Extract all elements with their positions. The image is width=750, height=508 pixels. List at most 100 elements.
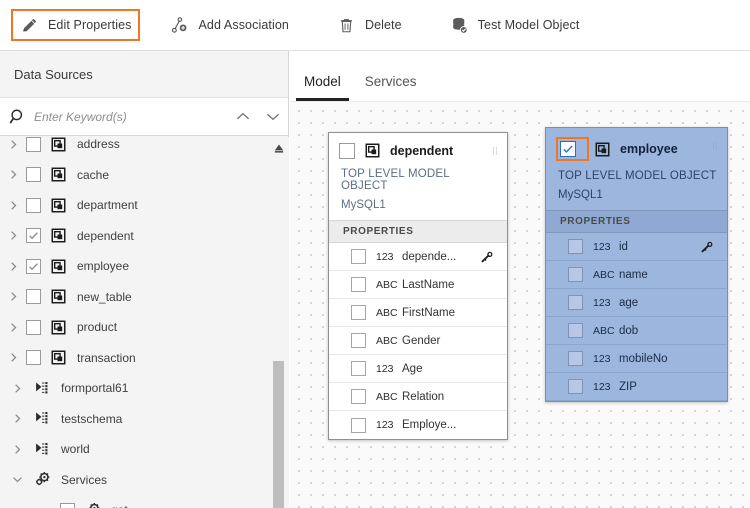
data-sources-tree[interactable]: address cache department dependent employee n… xyxy=(0,137,289,508)
property-checkbox[interactable] xyxy=(568,351,583,366)
tab-services[interactable]: Services xyxy=(357,74,425,101)
tree-item-label: dependent xyxy=(77,228,134,243)
card-checkbox[interactable] xyxy=(339,142,355,159)
primary-key-icon xyxy=(480,251,493,263)
property-checkbox[interactable] xyxy=(351,333,366,348)
property-checkbox[interactable] xyxy=(568,239,583,254)
tree-item-checkbox[interactable] xyxy=(60,502,75,508)
tree-item-new_table[interactable]: new_table xyxy=(0,282,271,313)
chevron-right-icon[interactable] xyxy=(0,383,34,394)
tree-item-checkbox[interactable] xyxy=(26,137,41,152)
tree-item-services[interactable]: Services xyxy=(0,465,271,496)
property-checkbox[interactable] xyxy=(351,389,366,404)
tree-item-label: world xyxy=(61,442,90,457)
association-icon xyxy=(170,16,189,35)
property-checkbox[interactable] xyxy=(351,277,366,292)
tree-item-label: cache xyxy=(77,167,110,182)
tree-item-testschema[interactable]: testschema xyxy=(0,404,271,435)
tab-services-label: Services xyxy=(364,74,417,89)
chevron-right-icon[interactable] xyxy=(0,322,26,333)
property-checkbox[interactable] xyxy=(351,305,366,320)
tree-item-product[interactable]: product xyxy=(0,312,271,343)
sidebar-scrollbar-thumb[interactable] xyxy=(273,361,284,508)
property-row[interactable]: 123 mobileNo xyxy=(546,345,727,373)
property-row[interactable]: 123 depende... xyxy=(329,243,507,271)
property-row[interactable]: ABC FirstName xyxy=(329,299,507,327)
tree-item-checkbox[interactable] xyxy=(26,197,41,213)
card-title: dependent xyxy=(390,143,454,158)
tree-item-formportal61[interactable]: formportal61 xyxy=(0,373,271,404)
property-type: 123 xyxy=(593,240,611,253)
property-row[interactable]: ABC dob xyxy=(546,317,727,345)
search-input[interactable] xyxy=(28,109,228,124)
chevron-right-icon[interactable] xyxy=(0,230,26,241)
tree-item-checkbox[interactable] xyxy=(26,289,41,305)
property-type: 123 xyxy=(593,352,611,365)
tree-item-get[interactable]: get xyxy=(0,495,271,508)
schema-icon xyxy=(34,441,51,458)
chevron-right-icon[interactable] xyxy=(0,413,34,424)
tree-item-cache[interactable]: cache xyxy=(0,160,271,191)
chevron-right-icon[interactable] xyxy=(0,169,26,180)
chevron-right-icon[interactable] xyxy=(0,352,26,363)
property-type: 123 xyxy=(376,362,394,375)
card-checkbox-highlight[interactable] xyxy=(556,137,589,161)
edit-properties-button[interactable]: Edit Properties xyxy=(11,9,141,41)
tree-item-department[interactable]: department xyxy=(0,190,271,221)
property-type: ABC xyxy=(376,306,398,319)
property-row[interactable]: ABC Relation xyxy=(329,383,507,411)
tree-item-world[interactable]: world xyxy=(0,434,271,465)
search-previous-button[interactable] xyxy=(228,98,258,136)
tree-item-transaction[interactable]: transaction xyxy=(0,343,271,374)
tree-item-dependent[interactable]: dependent xyxy=(0,221,271,252)
property-row[interactable]: ABC LastName xyxy=(329,271,507,299)
scroll-up-icon[interactable] xyxy=(273,140,285,153)
property-name: id xyxy=(619,240,628,253)
property-checkbox[interactable] xyxy=(568,295,583,310)
property-checkbox[interactable] xyxy=(351,417,366,433)
property-name: Age xyxy=(402,362,423,375)
drag-handle-icon[interactable] xyxy=(711,137,719,151)
tree-item-address[interactable]: address xyxy=(0,137,271,160)
chevron-right-icon[interactable] xyxy=(0,291,26,302)
tree-item-employee[interactable]: employee xyxy=(0,251,271,282)
chevron-right-icon[interactable] xyxy=(0,139,26,150)
model-object-card-dependent[interactable]: dependent TOP LEVEL MODEL OBJECT MySQL1 PRO… xyxy=(328,132,508,440)
property-row[interactable]: 123 id xyxy=(546,233,727,261)
tree-item-checkbox[interactable] xyxy=(26,350,41,366)
property-checkbox[interactable] xyxy=(568,379,583,394)
tab-model[interactable]: Model xyxy=(296,74,349,101)
tree-item-checkbox[interactable] xyxy=(26,167,41,183)
property-row[interactable]: 123 age xyxy=(546,289,727,317)
model-object-card-employee[interactable]: employee TOP LEVEL MODEL OBJECT MySQL1 PROP… xyxy=(545,127,728,402)
chevron-right-icon[interactable] xyxy=(0,261,26,272)
property-checkbox[interactable] xyxy=(351,249,366,264)
property-checkbox[interactable] xyxy=(568,267,583,282)
tree-item-checkbox[interactable] xyxy=(26,228,41,244)
property-row[interactable]: 123 ZIP xyxy=(546,373,727,401)
property-row[interactable]: ABC name xyxy=(546,261,727,289)
property-row[interactable]: ABC Gender xyxy=(329,327,507,355)
drag-handle-icon[interactable] xyxy=(491,142,499,156)
search-next-button[interactable] xyxy=(258,98,288,136)
chevron-down-icon[interactable] xyxy=(0,474,34,485)
delete-button[interactable]: Delete xyxy=(328,9,411,41)
card-subtitle: TOP LEVEL MODEL OBJECT xyxy=(341,168,450,192)
card-subtitle: TOP LEVEL MODEL OBJECT xyxy=(558,170,717,182)
property-type: 123 xyxy=(593,296,611,309)
chevron-right-icon[interactable] xyxy=(0,200,26,211)
chevron-right-icon[interactable] xyxy=(0,444,34,455)
property-checkbox[interactable] xyxy=(351,361,366,376)
add-association-button[interactable]: Add Association xyxy=(161,9,297,41)
property-row[interactable]: 123 Age xyxy=(329,355,507,383)
model-canvas[interactable]: dependent TOP LEVEL MODEL OBJECT MySQL1 PRO… xyxy=(290,101,750,508)
property-checkbox[interactable] xyxy=(568,323,583,338)
property-type: ABC xyxy=(593,324,615,337)
tree-item-checkbox[interactable] xyxy=(26,319,41,335)
test-model-object-button[interactable]: Test Model Object xyxy=(441,9,589,41)
card-checkbox[interactable] xyxy=(560,141,576,157)
toolbar: Edit Properties Add Association Delete T… xyxy=(0,0,750,51)
tree-item-checkbox[interactable] xyxy=(26,258,41,274)
card-title: employee xyxy=(620,142,678,156)
property-row[interactable]: 123 Employe... xyxy=(329,411,507,439)
